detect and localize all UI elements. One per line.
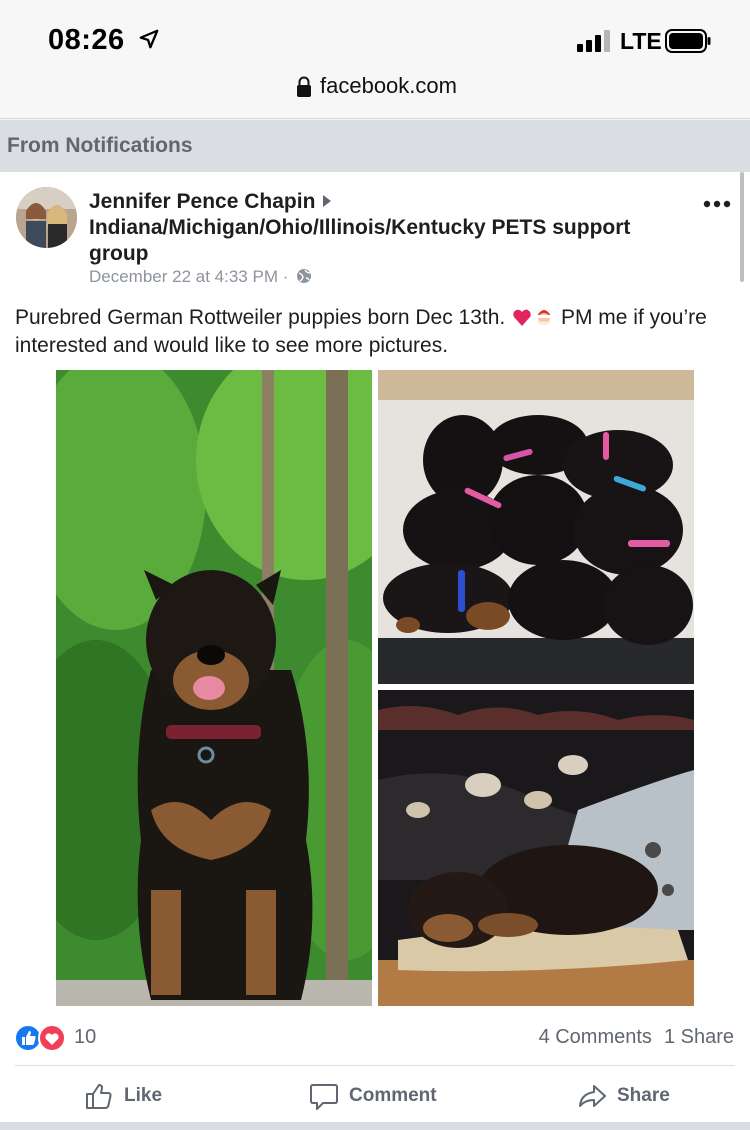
like-label: Like <box>124 1085 163 1106</box>
author-avatar[interactable] <box>16 187 77 248</box>
comment-label: Comment <box>349 1085 437 1106</box>
heart-emoji-icon <box>513 309 531 326</box>
comments-count[interactable]: 4 Comments <box>539 1026 652 1048</box>
scrollbar[interactable] <box>740 172 744 282</box>
notification-header: From Notifications <box>0 120 750 172</box>
post-text: Purebred German Rottweiler puppies born … <box>15 304 730 360</box>
status-time: 08:26 <box>48 24 125 56</box>
like-button[interactable]: Like <box>84 1076 162 1116</box>
url-text[interactable]: facebook.com <box>320 73 457 99</box>
address-bar[interactable]: facebook.com <box>0 68 750 119</box>
photo-adult-rottweiler[interactable] <box>56 370 372 1006</box>
shares-count[interactable]: 1 Share <box>664 1026 734 1048</box>
notification-header-title: From Notifications <box>7 134 193 157</box>
location-arrow-icon <box>139 29 159 49</box>
santa-emoji-icon <box>536 310 555 325</box>
meta-separator: · <box>282 267 289 286</box>
status-bar: 08:26 LTE <box>0 0 750 72</box>
comment-button[interactable]: Comment <box>309 1076 437 1116</box>
post-text-main: Purebred German Rottweiler puppies born … <box>15 306 506 329</box>
photo-puppy-litter[interactable] <box>378 370 694 684</box>
avatar-image <box>16 187 77 248</box>
group-name[interactable]: Indiana/Michigan/Ohio/Illinois/Kentucky … <box>89 216 630 265</box>
actions-divider <box>15 1065 735 1066</box>
reaction-icons <box>14 1024 66 1052</box>
more-options-icon[interactable] <box>702 198 732 210</box>
share-label: Share <box>617 1085 670 1106</box>
photo-sleeping-puppy[interactable] <box>378 690 694 1006</box>
globe-icon <box>297 269 312 283</box>
post-header-title: Jennifer Pence Chapin Indiana/Michigan/O… <box>89 189 689 267</box>
signal-strength-icon <box>577 30 610 52</box>
share-button[interactable]: Share <box>577 1076 670 1116</box>
lock-icon <box>297 76 311 97</box>
post-timestamp[interactable]: December 22 at 4:33 PM <box>89 267 278 286</box>
post-meta: December 22 at 4:33 PM · <box>89 267 312 287</box>
author-name[interactable]: Jennifer Pence Chapin <box>89 190 315 213</box>
reaction-count: 10 <box>74 1026 97 1048</box>
triangle-right-icon <box>323 195 332 208</box>
share-arrow-icon <box>579 1085 606 1107</box>
battery-icon <box>665 29 711 53</box>
feed-separator <box>0 1122 750 1130</box>
network-type: LTE <box>620 28 662 54</box>
thumbs-up-icon <box>86 1084 112 1109</box>
engagement-counts: 4 Comments 1 Share <box>527 1026 734 1049</box>
comment-bubble-icon <box>310 1084 338 1110</box>
post-card: Jennifer Pence Chapin Indiana/Michigan/O… <box>0 172 750 1122</box>
